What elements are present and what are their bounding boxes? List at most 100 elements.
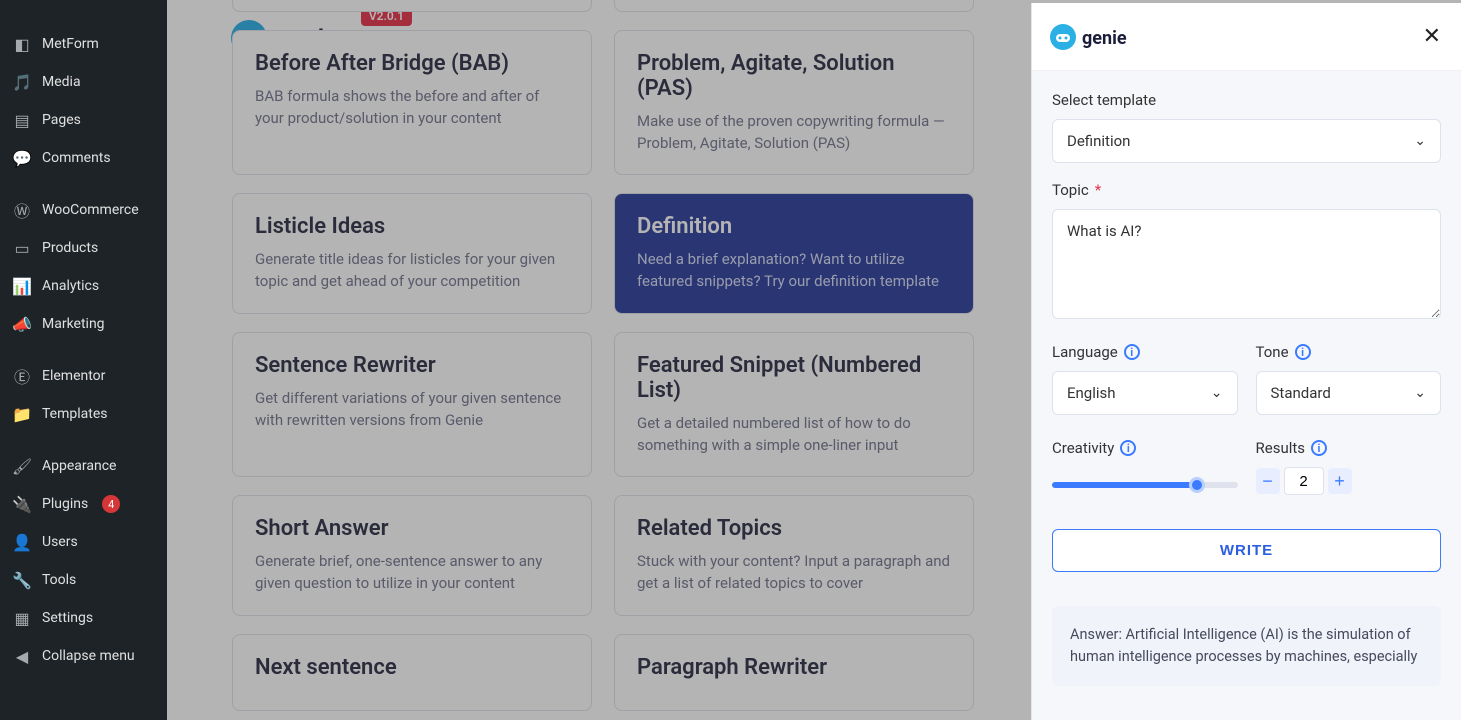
select-template-label: Select template: [1052, 91, 1441, 109]
plugins-badge: 4: [102, 495, 120, 513]
card-title: Definition: [637, 214, 951, 239]
users-icon: 👤: [12, 532, 32, 552]
template-card[interactable]: Related Topics Stuck with your content? I…: [614, 495, 974, 616]
sidebar-item-templates[interactable]: 📁 Templates: [0, 395, 167, 433]
card-title: Paragraph Rewriter: [637, 655, 951, 680]
template-card[interactable]: Featured Snippet (Numbered List) Get a de…: [614, 332, 974, 478]
chevron-down-icon: ⌄: [1414, 133, 1426, 149]
sidebar-label: Collapse menu: [42, 648, 135, 664]
language-dropdown[interactable]: English ⌄: [1052, 371, 1238, 415]
plugins-icon: 🔌: [12, 494, 32, 514]
svg-text:genie: genie: [1082, 28, 1127, 49]
sidebar-item-products[interactable]: ▭ Products: [0, 229, 167, 267]
results-label: Results i: [1256, 439, 1442, 457]
sidebar-item-collapse[interactable]: ◀ Collapse menu: [0, 637, 167, 675]
comments-icon: 💬: [12, 148, 32, 168]
card-desc: Generate title ideas for listicles for y…: [255, 249, 569, 293]
template-card-partial[interactable]: [614, 0, 974, 12]
card-title: Related Topics: [637, 516, 951, 541]
template-card[interactable]: DefinitionNeed a brief explanation? Want…: [614, 193, 974, 314]
topic-input[interactable]: What is AI?: [1052, 209, 1441, 319]
panel-body: Select template Definition ⌄ Topic* What…: [1032, 71, 1461, 720]
template-card[interactable]: Sentence Rewriter Get different variation…: [232, 332, 592, 478]
sidebar-item-users[interactable]: 👤 Users: [0, 523, 167, 561]
sidebar-item-pages[interactable]: ▤ Pages: [0, 101, 167, 139]
sidebar-item-woocommerce[interactable]: Ⓦ WooCommerce: [0, 191, 167, 229]
pages-icon: ▤: [12, 110, 32, 130]
results-minus-button[interactable]: −: [1256, 468, 1280, 494]
result-text: Answer: Artificial Intelligence (AI) is …: [1070, 626, 1417, 665]
select-template-value: Definition: [1067, 132, 1130, 150]
card-desc: Get different variations of your given s…: [255, 388, 569, 432]
template-card[interactable]: Short Answer Generate brief, one-sentence…: [232, 495, 592, 616]
card-title: Sentence Rewriter: [255, 353, 569, 378]
sidebar-item-media[interactable]: 🎵 Media: [0, 63, 167, 101]
sidebar-item-plugins[interactable]: 🔌 Plugins 4: [0, 485, 167, 523]
template-card[interactable]: Before After Bridge (BAB)BAB formula sho…: [232, 30, 592, 176]
template-card[interactable]: Next sentence: [232, 634, 592, 711]
sidebar-item-metform[interactable]: ◧ MetForm: [0, 25, 167, 63]
card-title: Next sentence: [255, 655, 569, 680]
sidebar-item-tools[interactable]: 🔧 Tools: [0, 561, 167, 599]
info-icon[interactable]: i: [1120, 440, 1136, 456]
tools-icon: 🔧: [12, 570, 32, 590]
sidebar-label: Templates: [42, 406, 108, 422]
info-icon[interactable]: i: [1311, 440, 1327, 456]
results-input[interactable]: [1284, 467, 1324, 495]
sidebar-label: Settings: [42, 610, 93, 626]
appearance-icon: 🖌: [12, 456, 32, 476]
sidebar-label: Tools: [42, 572, 76, 588]
info-icon[interactable]: i: [1124, 344, 1140, 360]
template-card[interactable]: Listicle Ideas Generate title ideas for l…: [232, 193, 592, 314]
card-title: Featured Snippet (Numbered List): [637, 353, 951, 403]
panel-header: genie ✕: [1032, 3, 1461, 71]
write-button[interactable]: WRITE: [1052, 529, 1441, 572]
slider-knob[interactable]: [1189, 477, 1205, 493]
sidebar-item-settings[interactable]: ▦ Settings: [0, 599, 167, 637]
sidebar-label: Plugins: [42, 496, 88, 512]
sidebar-item-elementor[interactable]: Ⓔ Elementor: [0, 357, 167, 395]
media-icon: 🎵: [12, 72, 32, 92]
genie-panel-logo-icon: genie: [1048, 20, 1148, 54]
template-card-partial[interactable]: that ranks: [232, 0, 592, 12]
template-card[interactable]: Problem, Agitate, Solution (PAS)Make use…: [614, 30, 974, 176]
sidebar-item-analytics[interactable]: 📊 Analytics: [0, 267, 167, 305]
language-label: Language i: [1052, 343, 1238, 361]
info-icon[interactable]: i: [1295, 344, 1311, 360]
sidebar-label: WooCommerce: [42, 202, 139, 218]
select-template-dropdown[interactable]: Definition ⌄: [1052, 119, 1441, 163]
sidebar-label: MetForm: [42, 36, 99, 52]
templates-icon: 📁: [12, 404, 32, 424]
tone-value: Standard: [1271, 384, 1331, 402]
tone-label: Tone i: [1256, 343, 1442, 361]
chevron-down-icon: ⌄: [1414, 385, 1426, 401]
topic-label: Topic*: [1052, 181, 1441, 199]
sidebar-label: Pages: [42, 112, 81, 128]
sidebar-item-appearance[interactable]: 🖌 Appearance: [0, 447, 167, 485]
tone-dropdown[interactable]: Standard ⌄: [1256, 371, 1442, 415]
sidebar-label: Comments: [42, 150, 111, 166]
creativity-label: Creativity i: [1052, 439, 1238, 457]
metform-icon: ◧: [12, 34, 32, 54]
generated-result: Answer: Artificial Intelligence (AI) is …: [1052, 606, 1441, 686]
sidebar-label: Appearance: [42, 458, 116, 474]
results-plus-button[interactable]: +: [1328, 468, 1352, 494]
close-panel-button[interactable]: ✕: [1423, 24, 1441, 49]
language-value: English: [1067, 384, 1116, 402]
card-desc: Generate brief, one-sentence answer to a…: [255, 551, 569, 595]
card-title: Listicle Ideas: [255, 214, 569, 239]
woocommerce-icon: Ⓦ: [12, 200, 32, 220]
card-desc: Get a detailed numbered list of how to d…: [637, 413, 951, 457]
sidebar-item-comments[interactable]: 💬 Comments: [0, 139, 167, 177]
sidebar-item-marketing[interactable]: 📣 Marketing: [0, 305, 167, 343]
creativity-slider[interactable]: [1052, 482, 1238, 488]
sidebar-label: Elementor: [42, 368, 105, 384]
card-desc: Stuck with your content? Input a paragra…: [637, 551, 951, 595]
sidebar-label: Marketing: [42, 316, 105, 332]
genie-side-panel: genie ✕ Select template Definition ⌄ Top…: [1031, 3, 1461, 720]
template-card[interactable]: Paragraph Rewriter: [614, 634, 974, 711]
products-icon: ▭: [12, 238, 32, 258]
card-title: Problem, Agitate, Solution (PAS): [637, 51, 951, 101]
card-title: Short Answer: [255, 516, 569, 541]
card-desc: BAB formula shows the before and after o…: [255, 86, 569, 130]
